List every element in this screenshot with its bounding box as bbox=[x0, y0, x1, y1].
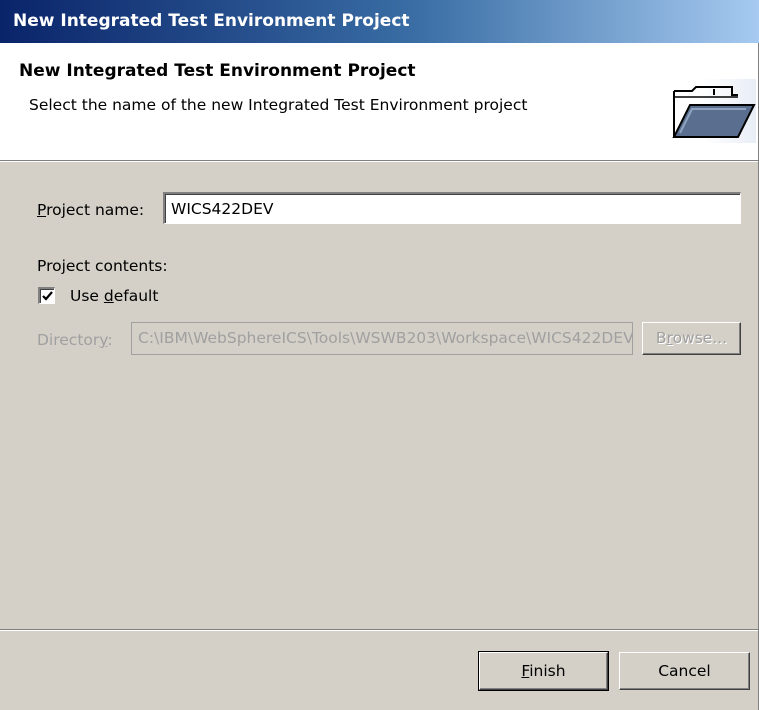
finish-button[interactable]: Finish bbox=[478, 651, 609, 691]
use-default-mnemonic: d bbox=[103, 287, 114, 305]
cancel-button[interactable]: Cancel bbox=[619, 652, 750, 690]
checkmark-icon bbox=[42, 291, 53, 301]
banner-title: New Integrated Test Environment Project bbox=[19, 61, 416, 81]
banner-separator-highlight bbox=[0, 161, 758, 162]
browse-button[interactable]: Browse... bbox=[642, 322, 741, 355]
finish-label: inish bbox=[529, 662, 566, 680]
dialog-window: New Integrated Test Environment Project … bbox=[0, 0, 759, 710]
window-title-bar[interactable]: New Integrated Test Environment Project bbox=[0, 0, 759, 43]
footer-separator-highlight bbox=[0, 630, 758, 631]
browse-label-pre: B bbox=[655, 329, 667, 347]
use-default-label-pre: Use bbox=[70, 287, 104, 305]
use-default-label[interactable]: Use default bbox=[70, 287, 158, 305]
project-name-input[interactable] bbox=[163, 192, 741, 224]
folder-icon bbox=[662, 79, 756, 143]
project-name-label-text: roject name: bbox=[46, 201, 145, 219]
browse-label-post: owse... bbox=[672, 329, 728, 347]
banner-description: Select the name of the new Integrated Te… bbox=[29, 96, 528, 114]
window-title: New Integrated Test Environment Project bbox=[13, 11, 410, 31]
wizard-banner: New Integrated Test Environment Project … bbox=[0, 43, 758, 160]
use-default-label-post: efault bbox=[113, 287, 159, 305]
directory-label: Directory: bbox=[37, 331, 113, 349]
project-name-label: Project name: bbox=[37, 201, 144, 219]
directory-value: C:\IBM\WebSphereICS\Tools\WSWB203\Worksp… bbox=[138, 329, 633, 347]
directory-input[interactable]: C:\IBM\WebSphereICS\Tools\WSWB203\Worksp… bbox=[131, 322, 633, 355]
project-contents-label: Project contents: bbox=[37, 257, 168, 275]
directory-label-pre: Director bbox=[37, 331, 100, 349]
directory-label-post: : bbox=[107, 331, 113, 349]
project-name-mnemonic: P bbox=[37, 201, 47, 219]
use-default-checkbox[interactable] bbox=[38, 287, 55, 304]
